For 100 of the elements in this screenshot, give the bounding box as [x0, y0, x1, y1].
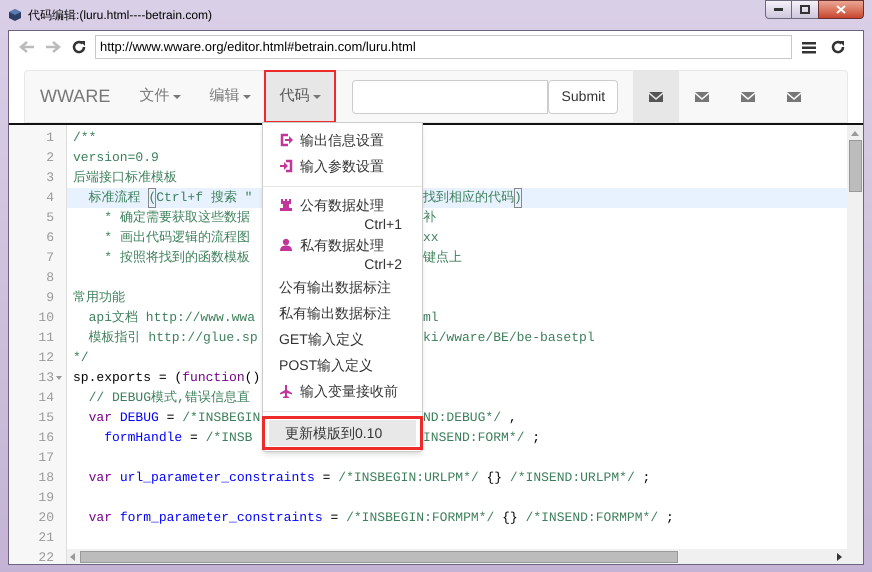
reload-icon[interactable]: [71, 39, 87, 55]
code-text: api文档 http://www.wwa: [88, 309, 256, 328]
line-number: 3: [46, 169, 54, 188]
minimize-icon: [774, 8, 783, 11]
line-number: 2: [46, 149, 54, 168]
scrollbar-thumb[interactable]: [848, 140, 862, 192]
code-text: =: [189, 429, 199, 448]
code-text: ml: [423, 309, 439, 328]
envelope-icon: [695, 92, 710, 102]
line-number: 5: [46, 209, 54, 228]
code-text: form_parameter_constraints: [118, 509, 323, 528]
menu-item[interactable]: 公有输出数据标注: [263, 274, 422, 300]
code-text: /*INSEND:FORMPM*/: [526, 509, 658, 528]
menu-icon[interactable]: [802, 40, 816, 54]
scroll-right-icon[interactable]: [837, 552, 842, 560]
scroll-left-icon[interactable]: [70, 552, 75, 560]
menu-item[interactable]: 公有数据处理 Ctrl+1: [263, 194, 422, 234]
person-icon: [279, 238, 293, 252]
app-cube-icon: [8, 8, 22, 22]
line-number: 16: [38, 429, 54, 448]
menu-dropdown[interactable]: 代码: [265, 71, 336, 122]
code-text: /*INSBEGIN: [182, 409, 260, 428]
horizontal-scrollbar[interactable]: [67, 549, 863, 564]
search-field[interactable]: [352, 80, 548, 114]
code-text: formHandle: [103, 429, 182, 448]
code-text: (): [244, 369, 260, 388]
menu-item[interactable]: GET输入定义: [263, 326, 422, 352]
code-text: =: [166, 409, 176, 428]
envelope-icon: [649, 92, 664, 102]
code-text: ki/wware/BE/be-basetpl: [423, 329, 595, 348]
line-number: 9: [46, 289, 54, 308]
vertical-scrollbar[interactable]: [847, 125, 863, 549]
menu-item[interactable]: 输入参数设置: [263, 153, 422, 179]
exit-icon: [279, 133, 293, 147]
code-text: ;: [642, 469, 650, 488]
code-text: /*INSEND:URLPM*/: [510, 469, 635, 488]
menu-item[interactable]: POST输入定义: [263, 352, 422, 378]
code-text: 模板指引 http://glue.sp: [88, 329, 258, 348]
brand-logo[interactable]: WWARE: [40, 83, 110, 110]
mail-tab[interactable]: [633, 71, 680, 122]
menu-item[interactable]: 输出信息设置: [263, 127, 422, 153]
code-text: {}: [501, 509, 519, 528]
code-text: sp.exports = (: [73, 369, 182, 388]
line-number: 4: [46, 189, 54, 208]
envelope-icon: [787, 92, 802, 102]
matched-bracket: (: [148, 188, 156, 208]
line-number: 20: [38, 509, 54, 528]
line-number: 12: [38, 349, 54, 368]
code-text: 键点上: [423, 249, 462, 268]
matched-bracket: ): [514, 188, 522, 208]
code-text: var: [88, 469, 112, 488]
code-text: DEBUG: [118, 409, 159, 428]
code-text: xx: [423, 229, 439, 248]
scrollbar-thumb[interactable]: [80, 550, 678, 562]
code-text: =: [329, 509, 340, 528]
line-number: 14: [38, 389, 54, 408]
code-text: * 确定需要获取这些数据: [103, 209, 250, 228]
menu-item[interactable]: 私有数据处理 Ctrl+2: [263, 234, 422, 274]
code-text: ,: [508, 409, 517, 428]
menu-dropdown[interactable]: 编辑: [195, 71, 266, 122]
code-text: function: [182, 369, 245, 388]
code-text: var: [88, 509, 112, 528]
code-text: /*INSBEGIN:FORMPM*/: [346, 509, 494, 528]
menu-item[interactable]: 私有输出数据标注: [263, 300, 422, 326]
menu-item[interactable]: 更新模版到0.10: [269, 420, 416, 446]
line-number: 10: [38, 309, 54, 328]
line-number: 19: [38, 489, 54, 508]
line-number: 6: [46, 229, 54, 248]
tower-icon: [279, 198, 293, 212]
code-text: INSEND:FORM*/: [423, 429, 524, 448]
code-text: Ctrl+f 搜索 ": [156, 189, 252, 208]
minimize-button[interactable]: [765, 0, 792, 19]
airplane-icon: [279, 384, 293, 398]
line-number: 17: [38, 449, 54, 468]
code-text: 常用功能: [73, 289, 125, 308]
caret-icon: [313, 94, 322, 98]
code-text: /*INSBEGIN:URLPM*/: [338, 469, 479, 488]
menu-item[interactable]: 输入变量接收前: [263, 378, 422, 404]
line-number: 15: [38, 409, 54, 428]
code-text: /*INSB: [206, 429, 252, 448]
line-number: 22: [38, 549, 54, 564]
close-button[interactable]: [818, 0, 864, 19]
scroll-up-icon[interactable]: [851, 131, 859, 136]
code-text: ND:DEBUG*/: [423, 409, 502, 428]
url-field[interactable]: http://www.wware.org/editor.html#betrain.com/luru.html: [95, 35, 792, 59]
fold-icon[interactable]: [56, 376, 62, 380]
code-text: {}: [486, 469, 504, 488]
enter-icon: [279, 159, 293, 173]
line-number: 1: [46, 129, 54, 148]
menu-dropdown[interactable]: 文件: [125, 71, 196, 122]
code-text: */: [73, 349, 89, 368]
line-number: 18: [38, 469, 54, 488]
code-text: =: [322, 469, 332, 488]
line-number: 11: [38, 329, 54, 348]
submit-button[interactable]: Submit: [548, 80, 618, 114]
refresh-icon[interactable]: [830, 39, 846, 55]
window-title: 代码编辑:(luru.html----betrain.com): [28, 7, 212, 24]
code-text: // DEBUG模式,错误信息直: [88, 389, 250, 408]
code-text: version=0.9: [73, 149, 159, 168]
maximize-button[interactable]: [792, 0, 818, 19]
